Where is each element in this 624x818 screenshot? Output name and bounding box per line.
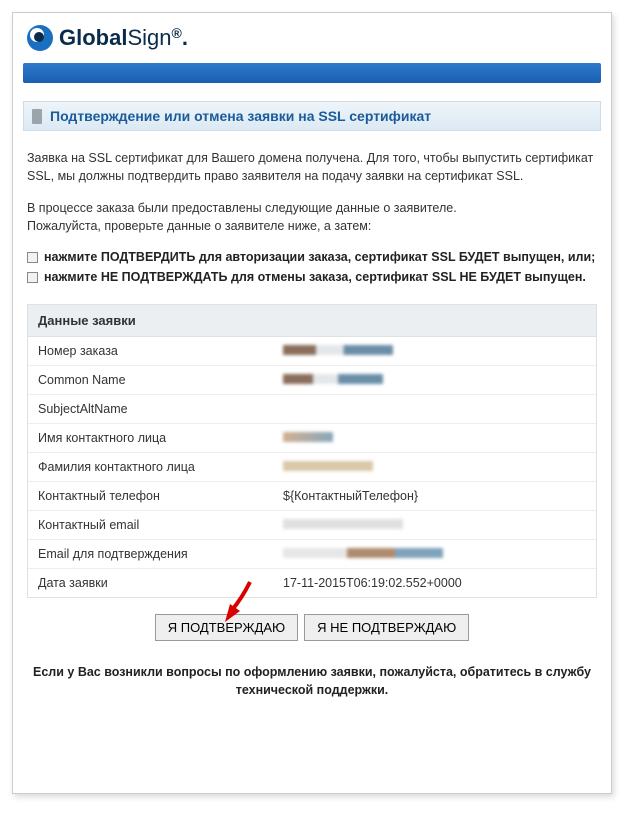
page-card: GlobalSign®. Подтверждение или отмена за… — [12, 12, 612, 794]
row-value: 17-11-2015T06:19:02.552+0000 — [283, 576, 586, 590]
row-value-redacted — [283, 460, 586, 474]
checkbox-icon — [27, 252, 38, 263]
section-title-bar: Подтверждение или отмена заявки на SSL с… — [23, 101, 601, 131]
row-value-redacted — [283, 547, 586, 561]
table-row: Номер заказа — [28, 337, 596, 366]
table-row: Контактный email — [28, 511, 596, 540]
table-row: SubjectAltName — [28, 395, 596, 424]
registered-icon: ® — [172, 25, 182, 41]
row-label: Контактный email — [38, 518, 283, 532]
table-row: Имя контактного лица — [28, 424, 596, 453]
table-row: Email для подтверждения — [28, 540, 596, 569]
table-row: Common Name — [28, 366, 596, 395]
row-value-redacted — [283, 518, 586, 532]
row-value-redacted — [283, 373, 586, 387]
instruction-deny: нажмите НЕ ПОДТВЕРЖДАТЬ для отмены заказ… — [27, 270, 597, 284]
checkbox-icon — [27, 272, 38, 283]
table-row: Дата заявки 17-11-2015T06:19:02.552+0000 — [28, 569, 596, 597]
row-label: Email для подтверждения — [38, 547, 283, 561]
instruction-deny-text: нажмите НЕ ПОДТВЕРЖДАТЬ для отмены заказ… — [44, 270, 586, 284]
deny-button[interactable]: Я НЕ ПОДТВЕРЖДАЮ — [304, 614, 469, 641]
footer-help-text: Если у Вас возникли вопросы по оформлени… — [27, 663, 597, 699]
brand-header: GlobalSign®. — [13, 13, 611, 59]
row-value: ${КонтактныйТелефон} — [283, 489, 586, 503]
row-value-empty — [283, 402, 586, 416]
table-row: Фамилия контактного лица — [28, 453, 596, 482]
row-label: SubjectAltName — [38, 402, 283, 416]
instruction-confirm: нажмите ПОДТВЕРДИТЬ для авторизации зака… — [27, 250, 597, 264]
row-label: Имя контактного лица — [38, 431, 283, 445]
row-label: Common Name — [38, 373, 283, 387]
row-label: Контактный телефон — [38, 489, 283, 503]
button-row: Я ПОДТВЕРЖДАЮ Я НЕ ПОДТВЕРЖДАЮ — [27, 614, 597, 641]
row-label: Дата заявки — [38, 576, 283, 590]
section-title-text: Подтверждение или отмена заявки на SSL с… — [50, 108, 431, 124]
table-row: Контактный телефон ${КонтактныйТелефон} — [28, 482, 596, 511]
brand-name: GlobalSign®. — [59, 25, 188, 51]
brand-bold: Global — [59, 25, 127, 50]
row-label: Фамилия контактного лица — [38, 460, 283, 474]
brand-thin: Sign — [127, 25, 171, 50]
application-data-table: Данные заявки Номер заказа Common Name S… — [27, 304, 597, 598]
data-table-header: Данные заявки — [28, 305, 596, 337]
section-bullet-icon — [32, 109, 42, 124]
brand-dot: . — [182, 25, 188, 50]
intro-paragraph-2b: Пожалуйста, проверьте данные о заявителе… — [27, 217, 597, 235]
row-value-redacted — [283, 344, 586, 358]
globalsign-logo-icon — [27, 25, 53, 51]
row-value-redacted — [283, 431, 586, 445]
intro-paragraph-2a: В процессе заказа были предоставлены сле… — [27, 199, 597, 217]
top-blue-bar — [23, 63, 601, 83]
instruction-confirm-text: нажмите ПОДТВЕРДИТЬ для авторизации зака… — [44, 250, 595, 264]
confirm-button[interactable]: Я ПОДТВЕРЖДАЮ — [155, 614, 298, 641]
row-label: Номер заказа — [38, 344, 283, 358]
intro-paragraph-1: Заявка на SSL сертификат для Вашего доме… — [27, 149, 597, 185]
content-area: Подтверждение или отмена заявки на SSL с… — [13, 83, 611, 699]
body-text: Заявка на SSL сертификат для Вашего доме… — [23, 131, 601, 699]
